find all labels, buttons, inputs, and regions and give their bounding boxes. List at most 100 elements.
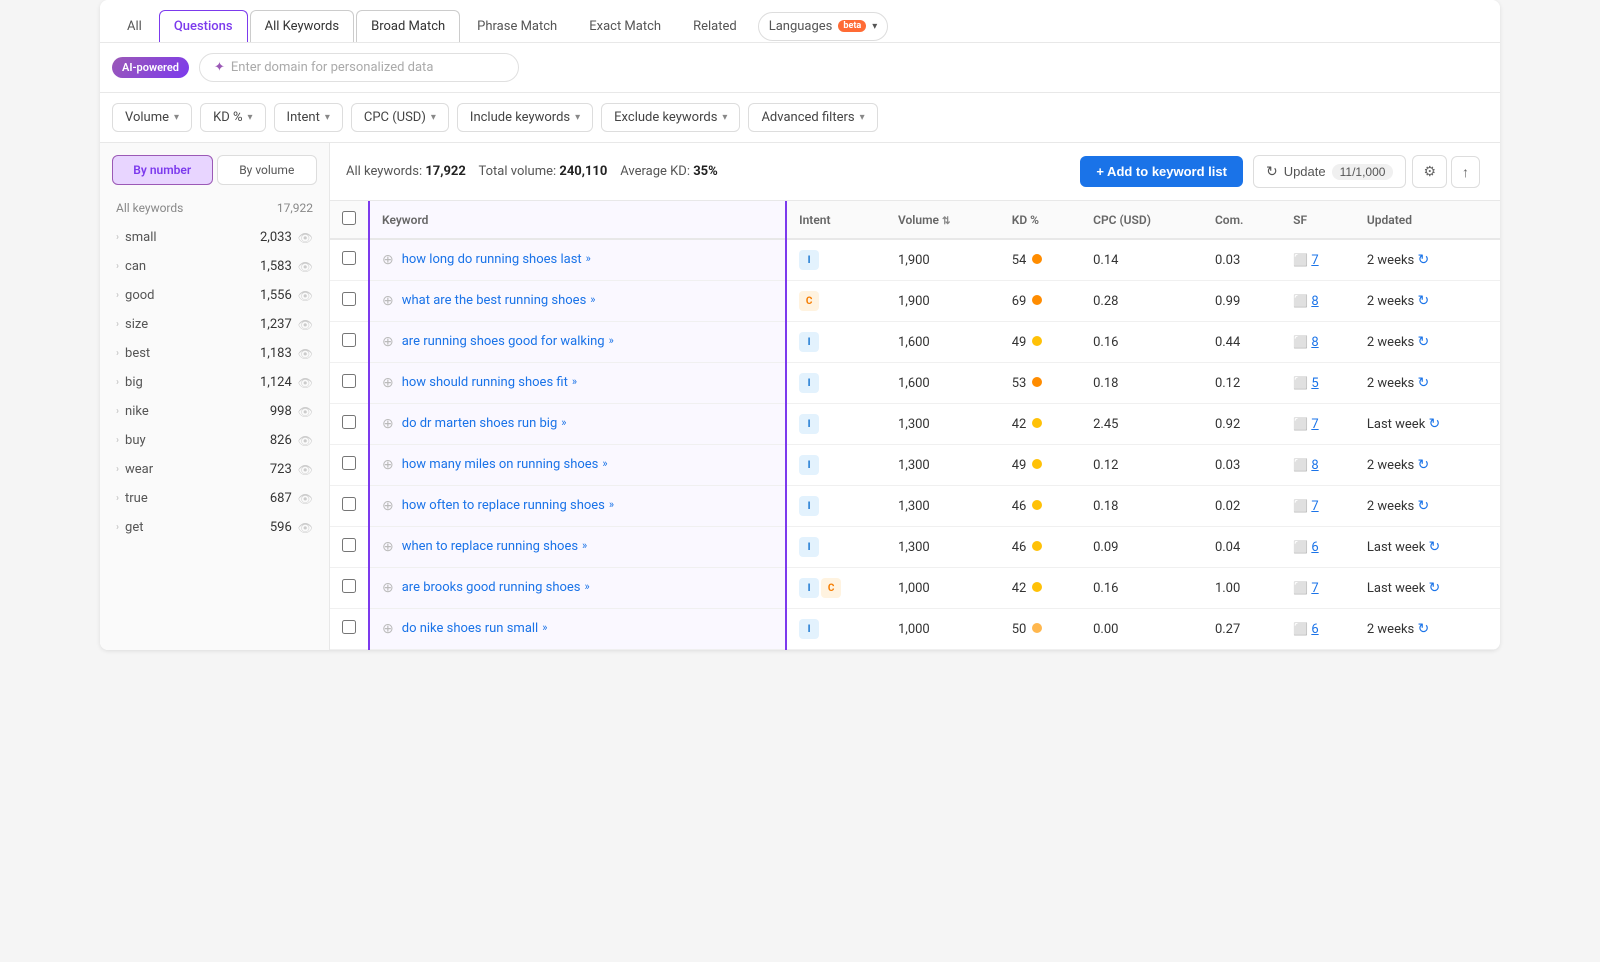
by-volume-button[interactable]: By volume bbox=[217, 155, 318, 185]
keyword-link[interactable]: ⊕ how long do running shoes last » bbox=[382, 252, 773, 268]
filter-advanced[interactable]: Advanced filters ▾ bbox=[748, 103, 877, 132]
sidebar-item[interactable]: › get 596 👁 bbox=[100, 513, 329, 542]
filter-intent[interactable]: Intent ▾ bbox=[274, 103, 343, 132]
eye-icon[interactable]: 👁 bbox=[298, 347, 313, 361]
sidebar-item[interactable]: › best 1,183 👁 bbox=[100, 339, 329, 368]
tab-all-keywords[interactable]: All Keywords bbox=[250, 10, 355, 42]
refresh-icon[interactable]: ↻ bbox=[1418, 293, 1430, 309]
sidebar-item[interactable]: › big 1,124 👁 bbox=[100, 368, 329, 397]
sidebar-item[interactable]: › size 1,237 👁 bbox=[100, 310, 329, 339]
keyword-link[interactable]: ⊕ when to replace running shoes » bbox=[382, 539, 773, 555]
sf-value[interactable]: 6 bbox=[1311, 540, 1318, 555]
update-button[interactable]: ↻ Update 11/1,000 bbox=[1253, 155, 1406, 188]
row-checkbox[interactable] bbox=[342, 538, 356, 552]
eye-icon[interactable]: 👁 bbox=[298, 434, 313, 448]
refresh-icon[interactable]: ↻ bbox=[1418, 375, 1430, 391]
sidebar-item[interactable]: › wear 723 👁 bbox=[100, 455, 329, 484]
sidebar-item[interactable]: › nike 998 👁 bbox=[100, 397, 329, 426]
add-to-keyword-list-button[interactable]: + Add to keyword list bbox=[1080, 156, 1243, 187]
row-checkbox[interactable] bbox=[342, 333, 356, 347]
keyword-link[interactable]: ⊕ how many miles on running shoes » bbox=[382, 457, 773, 473]
eye-icon[interactable]: 👁 bbox=[298, 376, 313, 390]
refresh-icon[interactable]: ↻ bbox=[1429, 539, 1441, 555]
sf-value[interactable]: 6 bbox=[1311, 622, 1318, 637]
sidebar-item[interactable]: › buy 826 👁 bbox=[100, 426, 329, 455]
row-checkbox[interactable] bbox=[342, 251, 356, 265]
checkbox-header bbox=[330, 201, 369, 239]
keyword-link[interactable]: ⊕ what are the best running shoes » bbox=[382, 293, 773, 309]
row-checkbox[interactable] bbox=[342, 620, 356, 634]
keyword-link[interactable]: ⊕ how often to replace running shoes » bbox=[382, 498, 773, 514]
serp-icon[interactable]: ⬜ bbox=[1293, 376, 1308, 390]
row-checkbox[interactable] bbox=[342, 292, 356, 306]
keyword-link[interactable]: ⊕ do nike shoes run small » bbox=[382, 621, 773, 637]
serp-icon[interactable]: ⬜ bbox=[1293, 540, 1308, 554]
select-all-checkbox[interactable] bbox=[342, 211, 356, 225]
refresh-icon[interactable]: ↻ bbox=[1429, 416, 1441, 432]
refresh-icon[interactable]: ↻ bbox=[1418, 252, 1430, 268]
filter-volume[interactable]: Volume ▾ bbox=[112, 103, 192, 132]
row-checkbox[interactable] bbox=[342, 415, 356, 429]
volume-column-header[interactable]: Volume ⇅ bbox=[886, 201, 1000, 239]
row-checkbox[interactable] bbox=[342, 497, 356, 511]
keyword-link[interactable]: ⊕ do dr marten shoes run big » bbox=[382, 416, 773, 432]
keywords-table: Keyword Intent Volume ⇅ KD % CPC (USD) C… bbox=[330, 201, 1500, 650]
serp-icon[interactable]: ⬜ bbox=[1293, 458, 1308, 472]
keyword-link[interactable]: ⊕ are running shoes good for walking » bbox=[382, 334, 773, 350]
sf-value[interactable]: 7 bbox=[1311, 417, 1318, 432]
serp-icon[interactable]: ⬜ bbox=[1293, 417, 1308, 431]
intent-cell: I bbox=[786, 527, 886, 568]
sf-value[interactable]: 7 bbox=[1311, 253, 1318, 268]
row-checkbox[interactable] bbox=[342, 579, 356, 593]
export-button[interactable]: ↑ bbox=[1451, 156, 1480, 188]
refresh-icon[interactable]: ↻ bbox=[1429, 580, 1441, 596]
keyword-link[interactable]: ⊕ how should running shoes fit » bbox=[382, 375, 773, 391]
eye-icon[interactable]: 👁 bbox=[298, 231, 313, 245]
sf-value[interactable]: 8 bbox=[1311, 294, 1318, 309]
settings-button[interactable]: ⚙ bbox=[1412, 155, 1447, 188]
serp-icon[interactable]: ⬜ bbox=[1293, 253, 1308, 267]
serp-icon[interactable]: ⬜ bbox=[1293, 622, 1308, 636]
serp-icon[interactable]: ⬜ bbox=[1293, 499, 1308, 513]
tab-languages[interactable]: Languages beta ▾ bbox=[758, 12, 889, 41]
serp-icon[interactable]: ⬜ bbox=[1293, 335, 1308, 349]
filter-cpc[interactable]: CPC (USD) ▾ bbox=[351, 103, 449, 132]
eye-icon[interactable]: 👁 bbox=[298, 463, 313, 477]
refresh-icon[interactable]: ↻ bbox=[1418, 334, 1430, 350]
sidebar-item[interactable]: › can 1,583 👁 bbox=[100, 252, 329, 281]
row-checkbox[interactable] bbox=[342, 374, 356, 388]
eye-icon[interactable]: 👁 bbox=[298, 318, 313, 332]
sf-value[interactable]: 7 bbox=[1311, 581, 1318, 596]
sf-value[interactable]: 8 bbox=[1311, 458, 1318, 473]
sf-value[interactable]: 8 bbox=[1311, 335, 1318, 350]
refresh-icon[interactable]: ↻ bbox=[1418, 498, 1430, 514]
tab-all[interactable]: All bbox=[112, 10, 157, 42]
filter-kd[interactable]: KD % ▾ bbox=[200, 103, 265, 132]
sidebar-item[interactable]: › good 1,556 👁 bbox=[100, 281, 329, 310]
tab-phrase-match[interactable]: Phrase Match bbox=[462, 10, 572, 42]
serp-icon[interactable]: ⬜ bbox=[1293, 581, 1308, 595]
filter-exclude[interactable]: Exclude keywords ▾ bbox=[601, 103, 740, 132]
tab-exact-match[interactable]: Exact Match bbox=[574, 10, 676, 42]
sf-value[interactable]: 5 bbox=[1311, 376, 1318, 391]
sidebar-item[interactable]: › true 687 👁 bbox=[100, 484, 329, 513]
sidebar-item[interactable]: › small 2,033 👁 bbox=[100, 223, 329, 252]
eye-icon[interactable]: 👁 bbox=[298, 492, 313, 506]
domain-input[interactable]: ✦ Enter domain for personalized data bbox=[199, 53, 519, 82]
sf-value[interactable]: 7 bbox=[1311, 499, 1318, 514]
eye-icon[interactable]: 👁 bbox=[298, 521, 313, 535]
keyword-link[interactable]: ⊕ are brooks good running shoes » bbox=[382, 580, 773, 596]
eye-icon[interactable]: 👁 bbox=[298, 260, 313, 274]
tab-broad-match[interactable]: Broad Match bbox=[356, 10, 460, 42]
intent-badge: I bbox=[799, 332, 819, 352]
tab-questions[interactable]: Questions bbox=[159, 10, 248, 42]
eye-icon[interactable]: 👁 bbox=[298, 289, 313, 303]
serp-icon[interactable]: ⬜ bbox=[1293, 294, 1308, 308]
refresh-icon[interactable]: ↻ bbox=[1418, 457, 1430, 473]
tab-related[interactable]: Related bbox=[678, 10, 752, 42]
eye-icon[interactable]: 👁 bbox=[298, 405, 313, 419]
by-number-button[interactable]: By number bbox=[112, 155, 213, 185]
refresh-icon[interactable]: ↻ bbox=[1418, 621, 1430, 637]
row-checkbox[interactable] bbox=[342, 456, 356, 470]
filter-include[interactable]: Include keywords ▾ bbox=[457, 103, 593, 132]
